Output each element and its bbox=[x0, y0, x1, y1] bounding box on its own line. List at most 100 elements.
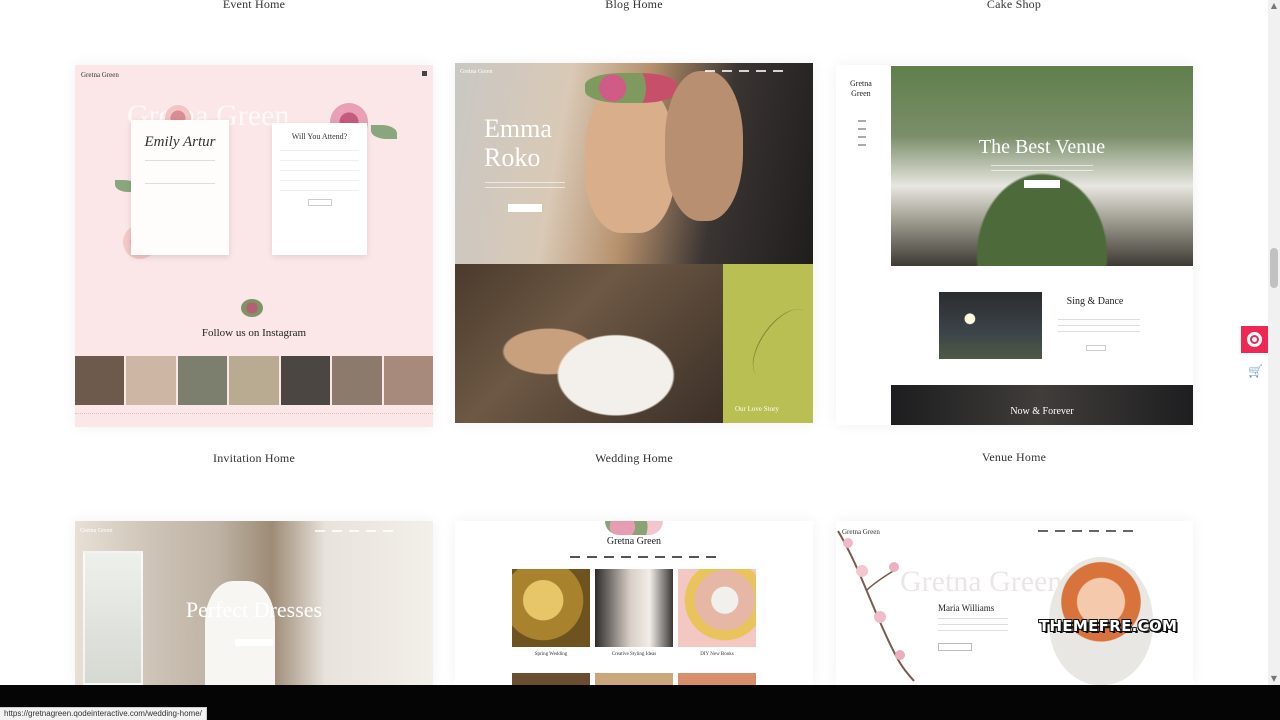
instagram-photo bbox=[383, 356, 433, 405]
instagram-photo bbox=[177, 356, 228, 405]
hero-image: Gretna Green Emma Roko bbox=[455, 63, 813, 264]
section-title: Sing & Dance bbox=[1066, 296, 1124, 307]
demo-card-planner[interactable]: Gretna Green Gretna Green Maria Williams… bbox=[836, 521, 1193, 685]
floral-ornament bbox=[241, 299, 263, 317]
hero-button bbox=[1024, 180, 1060, 188]
text-line bbox=[938, 618, 1008, 619]
form-field bbox=[280, 177, 359, 181]
demo-card-blog[interactable]: Gretna Green Spring Wedding Creative Sty… bbox=[455, 521, 813, 685]
sidebar-link bbox=[858, 136, 866, 138]
blog-tile bbox=[512, 569, 590, 647]
text-line bbox=[938, 630, 1008, 631]
demo-caption-venue[interactable]: Venue Home bbox=[834, 450, 1194, 465]
text-line bbox=[938, 624, 1008, 625]
bride-photo bbox=[585, 83, 675, 233]
watermark: THEMEFRE.COM bbox=[1039, 617, 1178, 635]
scroll-down-icon[interactable]: ▼ bbox=[1270, 675, 1278, 683]
demo-caption-event[interactable]: Event Home bbox=[74, 0, 434, 12]
text-line bbox=[1058, 325, 1140, 326]
demo-nav bbox=[1038, 530, 1133, 532]
blog-tile-caption: Creative Styling Ideas bbox=[611, 652, 657, 657]
blog-tile bbox=[595, 673, 673, 685]
blog-tile-caption: Spring Wedding bbox=[534, 652, 568, 657]
floral-header bbox=[605, 521, 663, 535]
blog-tile bbox=[678, 569, 756, 647]
hero-names: Emma Roko bbox=[484, 114, 552, 172]
flower-crown bbox=[585, 73, 677, 103]
hero-button bbox=[235, 639, 273, 646]
demo-card-dresses[interactable]: Gretna Green Perfect Dresses bbox=[75, 521, 433, 685]
footer-divider bbox=[75, 413, 433, 414]
blog-tile bbox=[595, 569, 673, 647]
instagram-photo bbox=[280, 356, 331, 405]
vertical-sidebar: Gretna Green bbox=[836, 65, 891, 265]
menu-icon bbox=[422, 71, 427, 76]
leaf bbox=[371, 125, 397, 139]
floating-widget-button[interactable] bbox=[1241, 326, 1268, 353]
demo-card-wedding[interactable]: Gretna Green Emma Roko Our Love Story bbox=[455, 63, 813, 423]
demo-caption-cake[interactable]: Cake Shop bbox=[834, 0, 1194, 12]
invitation-details bbox=[145, 160, 215, 184]
hero-subtitle bbox=[485, 182, 565, 188]
demo-logo: Gretna Green bbox=[80, 528, 113, 534]
couple-names: Emily Artur bbox=[144, 134, 216, 150]
story-panel: Our Love Story bbox=[723, 264, 813, 423]
sidebar-link bbox=[858, 120, 866, 122]
demo-card-invitation[interactable]: Gretna Green Gretna Green Emily Artur Wi… bbox=[75, 65, 433, 427]
hero-name-first: Emma bbox=[484, 114, 552, 143]
page-scrollbar[interactable]: ▲ ▼ bbox=[1268, 0, 1280, 685]
instagram-photo bbox=[229, 356, 279, 405]
demo-logo: Gretna Green bbox=[842, 528, 880, 536]
quill-illustration bbox=[741, 299, 813, 389]
circle-target-icon bbox=[1247, 332, 1262, 347]
instagram-photo bbox=[126, 356, 176, 405]
section-button bbox=[1086, 345, 1106, 351]
link-status-bar: https://gretnagreen.qodeinteractive.com/… bbox=[0, 707, 207, 720]
sidebar-link bbox=[858, 144, 866, 146]
hero-name-second: Roko bbox=[484, 143, 541, 172]
cart-button[interactable]: 🛒 bbox=[1241, 355, 1268, 390]
demo-nav bbox=[705, 70, 783, 72]
instagram-photo bbox=[75, 356, 125, 405]
sidebar-link bbox=[858, 128, 866, 130]
form-field bbox=[280, 147, 359, 151]
band-title: Now & Forever bbox=[1010, 406, 1074, 417]
demo-card-venue[interactable]: Gretna Green The Best Venue Sing & Dance… bbox=[836, 65, 1193, 425]
demo-caption-wedding[interactable]: Wedding Home bbox=[454, 451, 814, 466]
cherry-blossom-branch bbox=[837, 530, 915, 682]
hero-button bbox=[508, 204, 542, 212]
scrollbar-thumb[interactable] bbox=[1270, 248, 1278, 288]
blog-tile bbox=[678, 673, 756, 685]
hero-title: Perfect Dresses bbox=[185, 597, 323, 622]
demo-logo: Gretna Green bbox=[850, 79, 872, 98]
rsvp-form: Will You Attend? bbox=[272, 123, 367, 255]
rsvp-title: Will You Attend? bbox=[291, 132, 348, 141]
shopping-cart-icon: 🛒 bbox=[1248, 364, 1263, 378]
instagram-photo bbox=[332, 356, 382, 405]
demo-caption-blog[interactable]: Blog Home bbox=[454, 0, 814, 12]
demo-nav bbox=[315, 530, 393, 532]
scroll-up-icon[interactable]: ▲ bbox=[1270, 2, 1278, 10]
demo-logo: Gretna Green bbox=[81, 71, 119, 79]
invitation-paper: Emily Artur bbox=[131, 120, 229, 255]
demo-logo: Gretna Green bbox=[606, 536, 662, 547]
story-title: Our Love Story bbox=[735, 405, 779, 413]
groom-photo bbox=[665, 71, 743, 221]
rsvp-submit bbox=[307, 199, 332, 206]
text-line bbox=[1058, 331, 1140, 332]
couple-photo bbox=[455, 264, 723, 423]
dark-band: Now & Forever bbox=[891, 385, 1193, 425]
blog-tile-caption: DIY New Books bbox=[700, 652, 734, 657]
venue-hero-image: The Best Venue bbox=[891, 66, 1193, 266]
demo-caption-invitation[interactable]: Invitation Home bbox=[74, 451, 434, 466]
reception-photo bbox=[939, 292, 1042, 359]
ghost-title: Gretna Green bbox=[900, 565, 1063, 598]
profile-button bbox=[938, 643, 972, 651]
form-field bbox=[280, 167, 359, 171]
instagram-title: Follow us on Instagram bbox=[201, 327, 307, 339]
hero-subtitle bbox=[991, 165, 1093, 171]
form-field bbox=[280, 157, 359, 161]
demo-logo: Gretna Green bbox=[460, 69, 493, 75]
instagram-feed bbox=[75, 356, 433, 405]
hero-title: The Best Venue bbox=[978, 136, 1106, 158]
